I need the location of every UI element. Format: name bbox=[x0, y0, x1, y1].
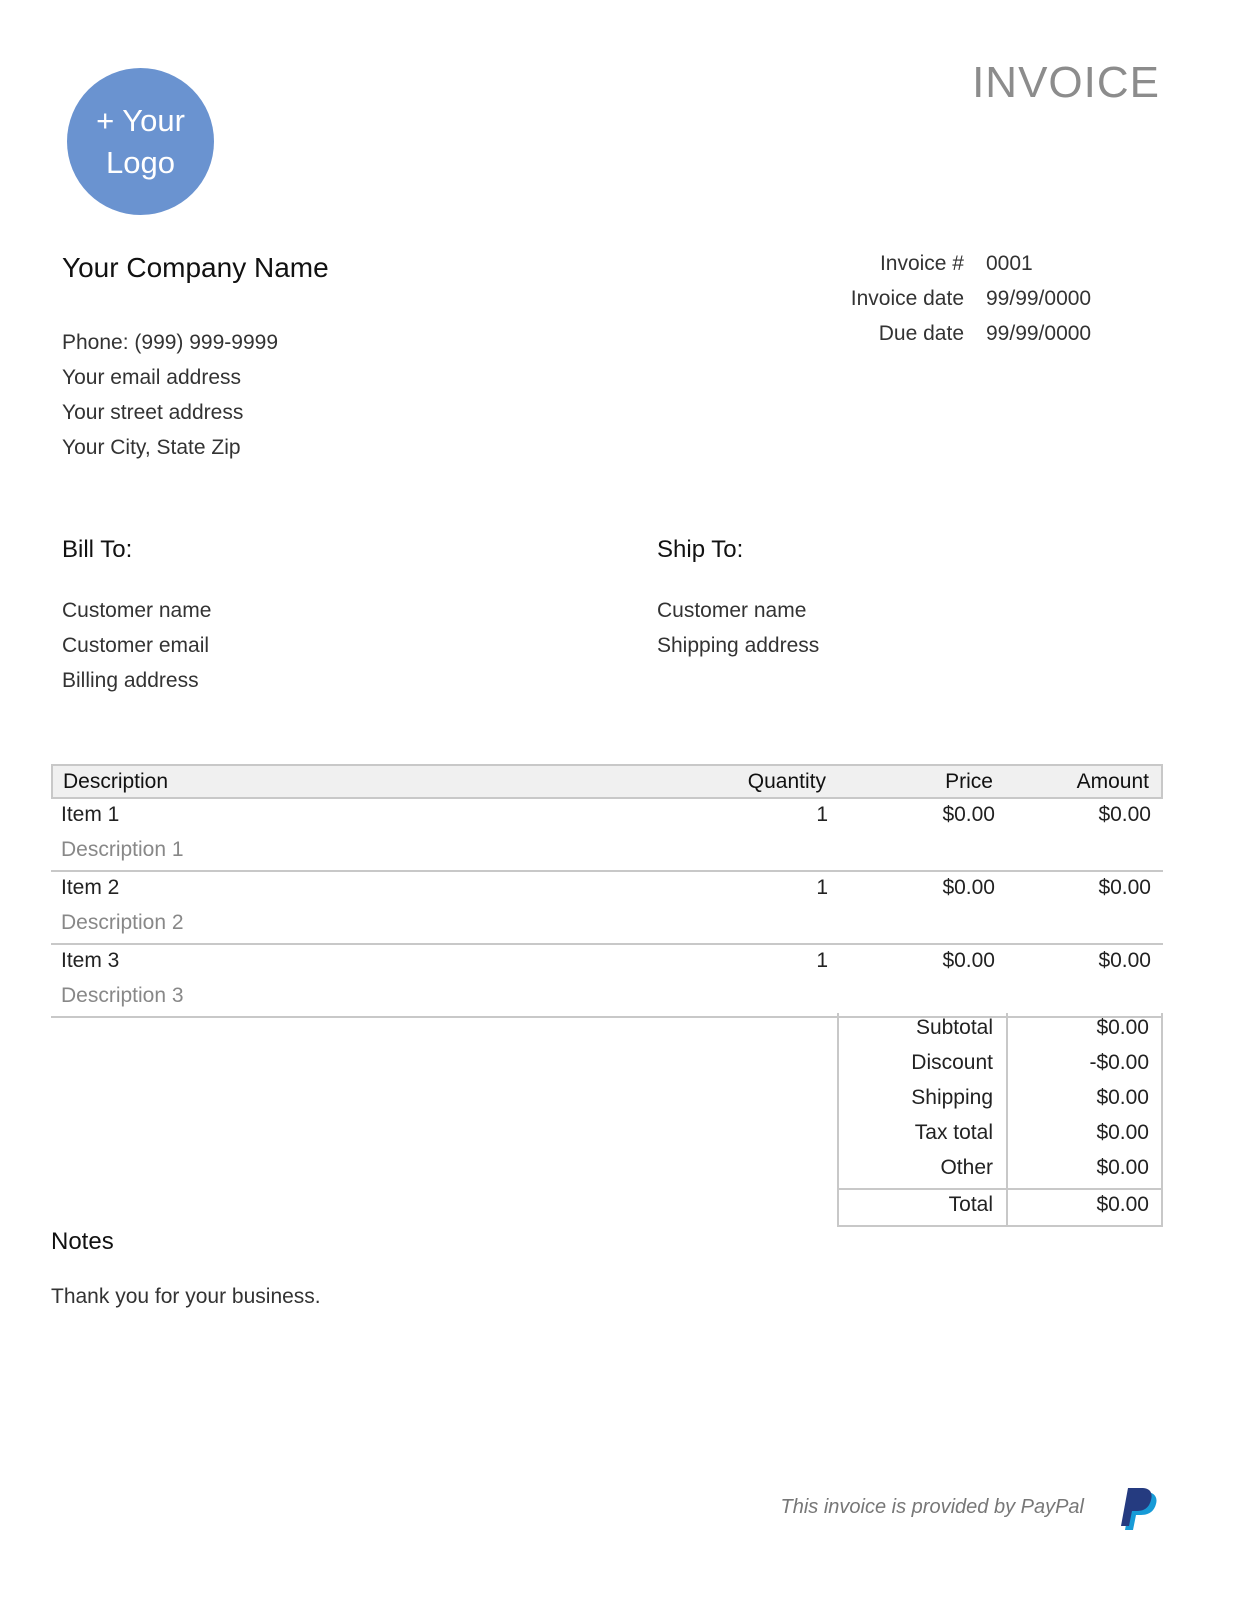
column-divider bbox=[1006, 1190, 1008, 1225]
item-amount: $0.00 bbox=[1098, 949, 1151, 972]
item-description: Description 2 bbox=[61, 911, 184, 934]
due-date-row: Due date 99/99/0000 bbox=[800, 322, 1120, 356]
company-email: Your email address bbox=[62, 366, 241, 389]
ship-to-heading: Ship To: bbox=[657, 536, 744, 563]
subtotal-label: Subtotal bbox=[915, 1016, 993, 1039]
footer-text: This invoice is provided by PayPal bbox=[780, 1496, 1084, 1518]
bill-to-heading: Bill To: bbox=[62, 536, 133, 563]
header-description: Description bbox=[63, 770, 169, 793]
item-description: Description 3 bbox=[61, 984, 184, 1007]
item-name: Item 3 bbox=[61, 949, 120, 972]
item-quantity: 1 bbox=[816, 949, 828, 972]
column-divider bbox=[1006, 1013, 1008, 1048]
logo-placeholder[interactable]: + Your Logo bbox=[67, 68, 214, 215]
due-date-value: 99/99/0000 bbox=[986, 322, 1092, 345]
other-label: Other bbox=[940, 1156, 993, 1179]
item-price: $0.00 bbox=[942, 803, 995, 826]
other-row: Other $0.00 bbox=[839, 1153, 1161, 1188]
line-items-table: Description Quantity Price Amount Item 1… bbox=[51, 764, 1163, 1018]
total-value: $0.00 bbox=[1096, 1193, 1149, 1216]
notes-heading: Notes bbox=[51, 1228, 114, 1255]
subtotal-value: $0.00 bbox=[1096, 1016, 1149, 1039]
paypal-logo-icon bbox=[1118, 1486, 1160, 1534]
invoice-date-row: Invoice date 99/99/0000 bbox=[800, 287, 1120, 321]
header-quantity: Quantity bbox=[747, 770, 826, 793]
table-header: Description Quantity Price Amount bbox=[51, 764, 1163, 799]
bill-to-customer-email: Customer email bbox=[62, 634, 210, 657]
shipping-label: Shipping bbox=[911, 1086, 993, 1109]
invoice-date-value: 99/99/0000 bbox=[986, 287, 1092, 310]
column-divider bbox=[1006, 1083, 1008, 1118]
company-name: Your Company Name bbox=[62, 252, 329, 283]
bill-to-customer-name: Customer name bbox=[62, 599, 212, 622]
invoice-number-label: Invoice # bbox=[879, 252, 964, 275]
tax-total-row: Tax total $0.00 bbox=[839, 1118, 1161, 1153]
discount-value: -$0.00 bbox=[1089, 1051, 1149, 1074]
document-title: INVOICE bbox=[972, 58, 1160, 107]
table-row: Item 1 Description 1 1 $0.00 $0.00 bbox=[51, 799, 1163, 872]
item-price: $0.00 bbox=[942, 876, 995, 899]
invoice-number-row: Invoice # 0001 bbox=[800, 252, 1120, 286]
notes-text: Thank you for your business. bbox=[51, 1285, 321, 1308]
other-value: $0.00 bbox=[1096, 1156, 1149, 1179]
company-city: Your City, State Zip bbox=[62, 436, 241, 459]
ship-to-shipping-address: Shipping address bbox=[657, 634, 820, 657]
item-amount: $0.00 bbox=[1098, 876, 1151, 899]
item-name: Item 2 bbox=[61, 876, 120, 899]
item-amount: $0.00 bbox=[1098, 803, 1151, 826]
company-street: Your street address bbox=[62, 401, 244, 424]
due-date-label: Due date bbox=[878, 322, 964, 345]
column-divider bbox=[1006, 1048, 1008, 1083]
tax-total-label: Tax total bbox=[914, 1121, 993, 1144]
item-name: Item 1 bbox=[61, 803, 120, 826]
item-quantity: 1 bbox=[816, 876, 828, 899]
item-price: $0.00 bbox=[942, 949, 995, 972]
item-quantity: 1 bbox=[816, 803, 828, 826]
bill-to-billing-address: Billing address bbox=[62, 669, 199, 692]
shipping-value: $0.00 bbox=[1096, 1086, 1149, 1109]
discount-label: Discount bbox=[911, 1051, 993, 1074]
shipping-row: Shipping $0.00 bbox=[839, 1083, 1161, 1118]
tax-total-value: $0.00 bbox=[1096, 1121, 1149, 1144]
discount-row: Discount -$0.00 bbox=[839, 1048, 1161, 1083]
table-row: Item 3 Description 3 1 $0.00 $0.00 bbox=[51, 945, 1163, 1018]
totals-table: Subtotal $0.00 Discount -$0.00 Shipping … bbox=[837, 1013, 1163, 1227]
logo-line-2: Logo bbox=[106, 144, 175, 180]
total-label: Total bbox=[948, 1193, 993, 1216]
column-divider bbox=[1006, 1118, 1008, 1153]
logo-line-1: + Your bbox=[96, 102, 185, 138]
item-description: Description 1 bbox=[61, 838, 184, 861]
header-amount: Amount bbox=[1076, 770, 1149, 793]
invoice-number-value: 0001 bbox=[986, 252, 1033, 275]
ship-to-customer-name: Customer name bbox=[657, 599, 807, 622]
invoice-date-label: Invoice date bbox=[850, 287, 964, 310]
company-phone: Phone: (999) 999-9999 bbox=[62, 331, 278, 354]
header-price: Price bbox=[945, 770, 993, 793]
table-row: Item 2 Description 2 1 $0.00 $0.00 bbox=[51, 872, 1163, 945]
total-row: Total $0.00 bbox=[839, 1188, 1161, 1225]
column-divider bbox=[1006, 1153, 1008, 1188]
subtotal-row: Subtotal $0.00 bbox=[839, 1013, 1161, 1048]
